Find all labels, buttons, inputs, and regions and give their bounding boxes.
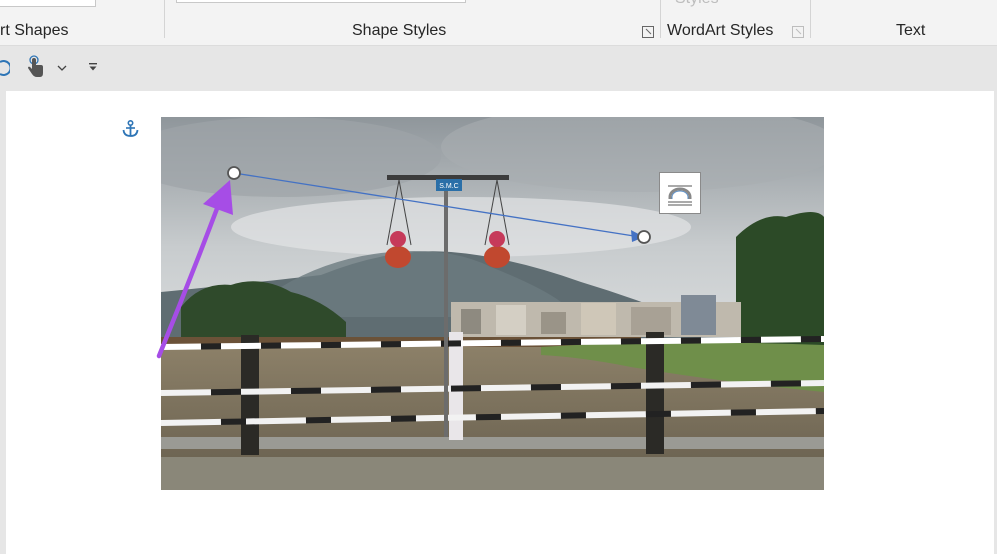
group-label-styles-partial: Styles xyxy=(675,0,719,8)
layout-options-button[interactable] xyxy=(659,172,701,214)
touch-mode-icon[interactable] xyxy=(25,55,45,79)
anchor-icon xyxy=(122,120,139,137)
group-label-insert-shapes: rt Shapes xyxy=(0,22,69,39)
bridge-deck xyxy=(161,457,824,490)
redo-icon[interactable] xyxy=(0,58,10,78)
layout-options-icon xyxy=(668,185,692,206)
group-divider xyxy=(164,0,165,38)
group-label-text: Text xyxy=(896,22,926,39)
shape-styles-dialog-launcher-icon[interactable] xyxy=(642,26,654,38)
trees-right xyxy=(736,212,824,357)
ribbon: rt Shapes Shape Styles Styles WordArt St… xyxy=(0,0,997,46)
group-label-shape-styles: Shape Styles xyxy=(352,22,447,39)
group-divider xyxy=(810,0,811,38)
group-label-wordart-styles: WordArt Styles xyxy=(667,22,774,39)
hanging-planter xyxy=(484,246,510,268)
inserted-photo[interactable]: S.M.C xyxy=(161,117,824,490)
group-divider xyxy=(660,0,661,38)
shapes-gallery-stub[interactable] xyxy=(0,0,96,7)
railing-post xyxy=(646,332,664,454)
shape-styles-gallery-stub[interactable] xyxy=(176,0,466,3)
customize-qat-icon[interactable] xyxy=(88,62,98,72)
lamp-pole xyxy=(444,185,448,437)
pole-sign-text: S.M.C xyxy=(439,183,458,190)
quick-access-toolbar xyxy=(0,46,997,90)
dropdown-chevron-icon[interactable] xyxy=(57,64,67,72)
railing-post xyxy=(241,335,259,455)
hanging-planter xyxy=(385,246,411,268)
wordart-dialog-launcher-icon[interactable] xyxy=(792,26,804,38)
